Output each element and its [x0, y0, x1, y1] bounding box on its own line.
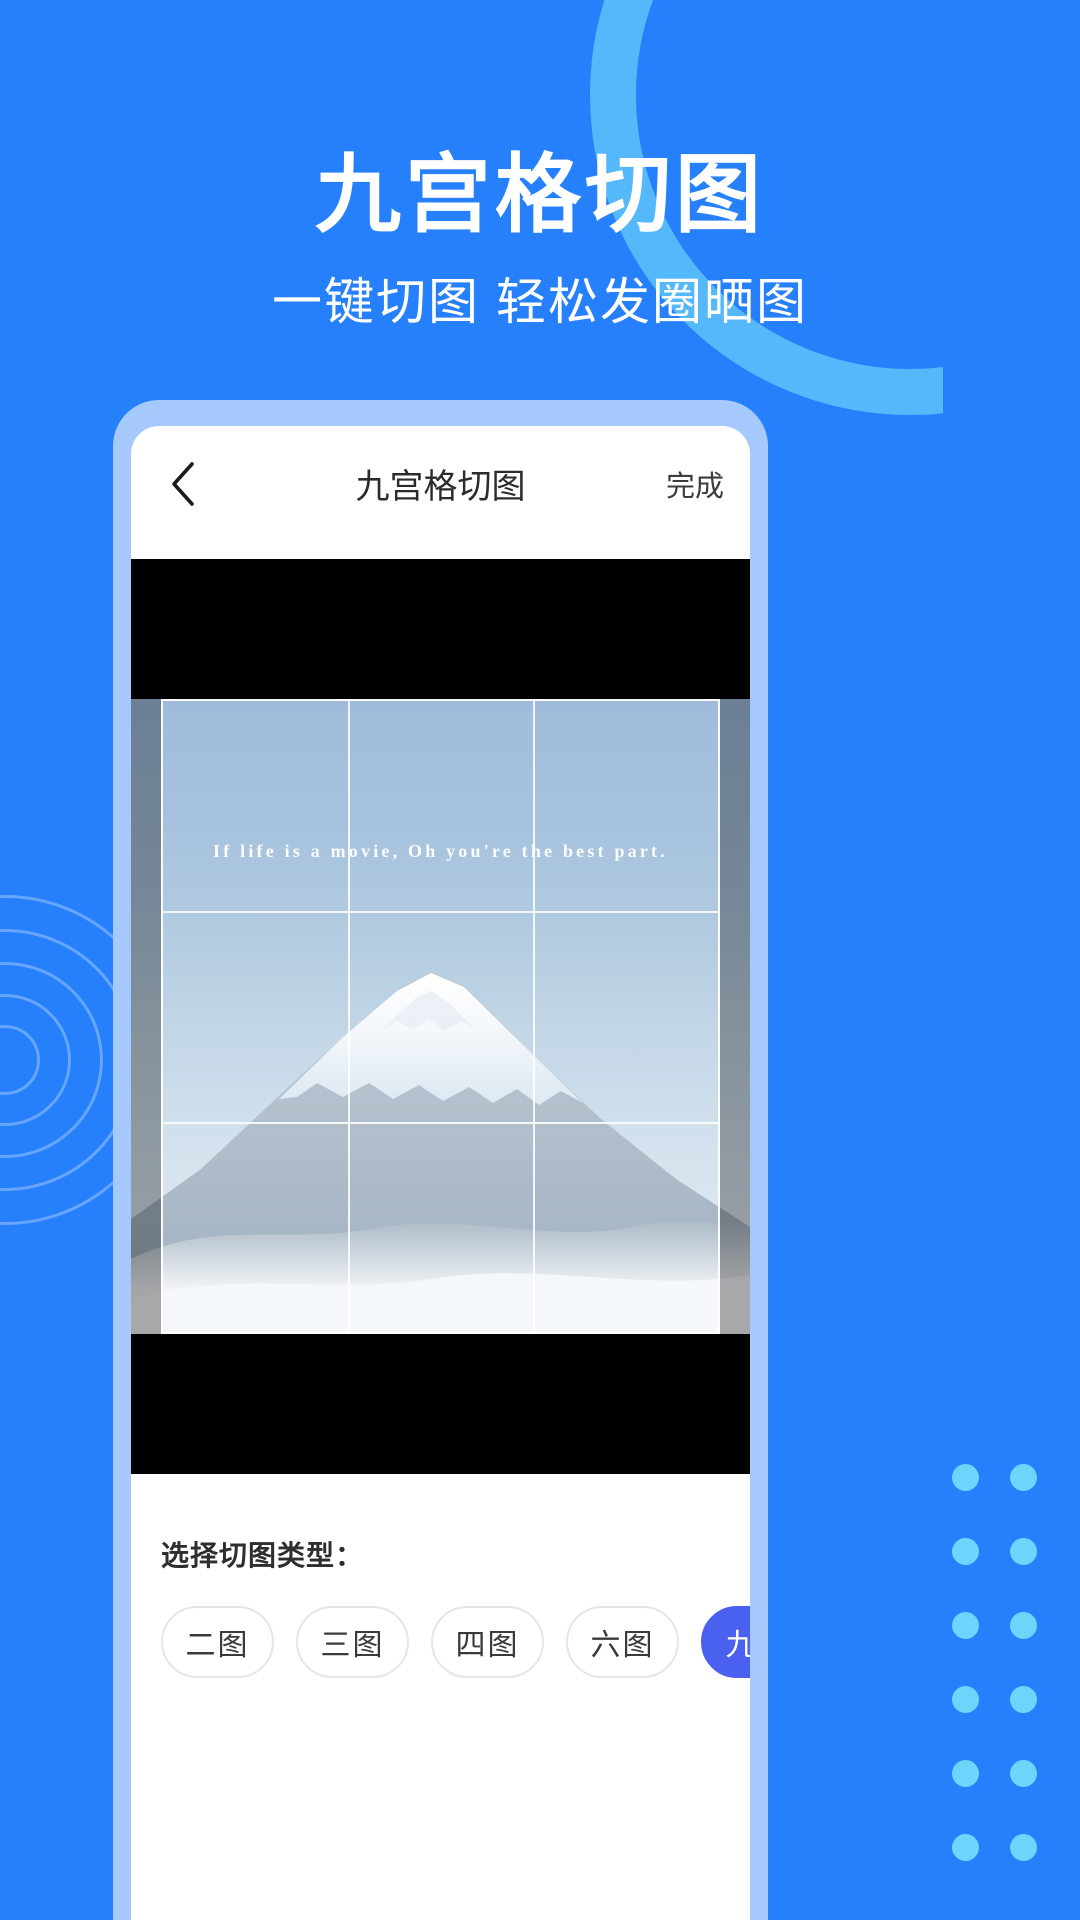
page-title: 九宫格切图 — [315, 147, 765, 243]
crop-grid-overlay[interactable] — [161, 699, 720, 1334]
grid-line-vertical-2 — [532, 701, 535, 1332]
phone-mockup: 九宫格切图 完成 If life is a movie, Oh you're t… — [113, 400, 768, 1920]
headline-block: 九宫格切图 一键切图 轻松发圈晒图 — [0, 150, 1080, 334]
grid-line-horizontal-1 — [163, 911, 718, 914]
grid-line-horizontal-2 — [163, 1121, 718, 1124]
chip-option-9[interactable]: 九图 — [701, 1606, 750, 1678]
phone-screen: 九宫格切图 完成 If life is a movie, Oh you're t… — [131, 426, 750, 1920]
chip-row: 二图 三图 四图 六图 九图 — [161, 1606, 750, 1678]
crop-dim-left — [131, 699, 161, 1334]
navbar-title: 九宫格切图 — [355, 468, 526, 506]
chip-option-3[interactable]: 三图 — [296, 1606, 409, 1678]
split-type-chooser: 选择切图类型： 二图 三图 四图 六图 九图 — [131, 1474, 750, 1678]
app-navbar: 九宫格切图 完成 — [131, 426, 750, 541]
promo-screen: 九宫格切图 一键切图 轻松发圈晒图 九宫格切图 完成 If life is a … — [0, 0, 1080, 1920]
chooser-label: 选择切图类型： — [161, 1540, 365, 1571]
chip-option-6[interactable]: 六图 — [566, 1606, 679, 1678]
image-preview-canvas[interactable]: If life is a movie, Oh you're the best p… — [131, 559, 750, 1474]
page-subtitle: 一键切图 轻松发圈晒图 — [272, 274, 808, 331]
chevron-left-icon — [168, 461, 198, 507]
back-button[interactable] — [157, 458, 209, 510]
chip-option-4[interactable]: 四图 — [431, 1606, 544, 1678]
done-button[interactable]: 完成 — [666, 463, 724, 505]
crop-dim-right — [720, 699, 750, 1334]
grid-line-vertical-1 — [347, 701, 350, 1332]
decorative-dots-icon — [936, 1440, 1052, 1884]
chip-option-2[interactable]: 二图 — [161, 1606, 274, 1678]
